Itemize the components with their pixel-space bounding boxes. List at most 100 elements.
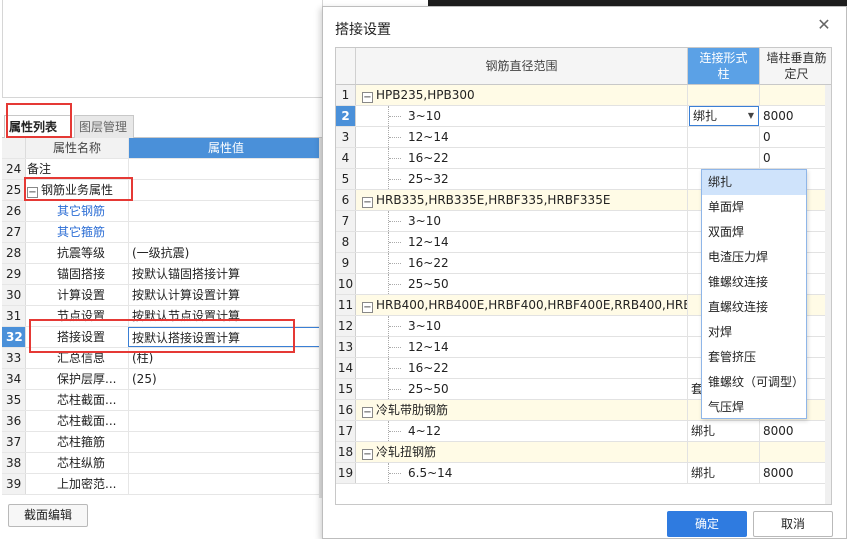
connection-type-combo[interactable]: 绑扎 ▼ <box>689 106 759 126</box>
property-value[interactable] <box>128 222 323 242</box>
row-number: 25 <box>2 180 26 200</box>
collapse-icon[interactable]: − <box>362 449 373 460</box>
property-value[interactable]: 按默认搭接设置计算 <box>128 327 323 347</box>
collapse-icon[interactable]: − <box>362 302 373 313</box>
connection-cell <box>688 442 760 462</box>
connection-cell[interactable]: 绑扎 <box>688 463 760 483</box>
row-number: 12 <box>336 316 356 336</box>
length-cell[interactable]: 0 <box>760 127 831 147</box>
connection-cell[interactable]: 绑扎 <box>688 421 760 441</box>
property-group-label: 钢筋业务属性 <box>41 183 114 197</box>
property-value[interactable] <box>128 390 323 410</box>
property-row[interactable]: 34 保护层厚... (25) <box>2 369 323 390</box>
property-row[interactable]: 24 备注 <box>2 159 323 180</box>
property-row[interactable]: 33 汇总信息 (柱) <box>2 348 323 369</box>
length-cell[interactable]: 8000 <box>760 463 831 483</box>
tab-property-list[interactable]: 属性列表 <box>4 115 72 138</box>
column-header-connection-type: 连接形式柱 <box>688 48 760 85</box>
property-group-name[interactable]: − 钢筋业务属性 <box>27 180 127 200</box>
collapse-icon[interactable]: − <box>27 187 38 198</box>
section-edit-button[interactable]: 截面编辑 <box>8 504 88 527</box>
property-value[interactable]: 按默认计算设置计算 <box>128 285 323 305</box>
length-cell[interactable]: 0 <box>760 148 831 168</box>
row-number: 32 <box>2 327 26 347</box>
property-value[interactable] <box>128 201 323 221</box>
connection-cell[interactable] <box>688 127 760 147</box>
property-row[interactable]: 37 芯柱箍筋 <box>2 432 323 453</box>
dropdown-option[interactable]: 绑扎 <box>702 170 806 195</box>
property-row[interactable]: 25 − 钢筋业务属性 <box>2 180 323 201</box>
splice-settings-dialog: 搭接设置 ✕ 钢筋直径范围 连接形式柱 墙柱垂直筋 定尺 1 − HPB235,HP… <box>322 6 847 539</box>
property-name: 保护层厚... <box>57 372 117 386</box>
property-value[interactable] <box>128 159 323 179</box>
property-value[interactable] <box>128 432 323 452</box>
dropdown-option[interactable]: 直螺纹连接 <box>702 295 806 320</box>
length-cell <box>760 442 831 462</box>
row-number-header <box>336 48 356 85</box>
property-value[interactable]: (一级抗震) <box>128 243 323 263</box>
property-name: 其它箍筋 <box>27 222 127 242</box>
length-cell[interactable]: 8000 <box>760 421 831 441</box>
property-value[interactable] <box>128 474 323 494</box>
length-cell[interactable]: 8000 <box>760 106 831 126</box>
property-value[interactable]: 按默认节点设置计算 <box>128 306 323 326</box>
property-value[interactable] <box>128 411 323 431</box>
property-row[interactable]: 28 抗震等级 (一级抗震) <box>2 243 323 264</box>
property-value[interactable]: 按默认锚固搭接计算 <box>128 264 323 284</box>
property-grid: 属性名称 属性值 24 备注 25 − 钢筋业务属性 26 其它钢筋 27 其它箍… <box>2 138 323 495</box>
row-number: 28 <box>2 243 26 263</box>
cancel-button[interactable]: 取消 <box>753 511 833 537</box>
dropdown-option[interactable]: 气压焊 <box>702 395 806 420</box>
property-name: 芯柱箍筋 <box>57 435 106 449</box>
property-value[interactable]: (柱) <box>128 348 323 368</box>
dropdown-arrow-icon[interactable]: ▼ <box>748 107 754 125</box>
column-header-wall-line1: 墙柱垂直筋 <box>766 51 827 65</box>
splice-grid-scrollbar[interactable] <box>825 85 831 504</box>
row-number: 27 <box>2 222 26 242</box>
property-row[interactable]: 35 芯柱截面... <box>2 390 323 411</box>
property-row[interactable]: 38 芯柱纵筋 <box>2 453 323 474</box>
property-row[interactable]: 27 其它箍筋 <box>2 222 323 243</box>
grade-group-row[interactable]: 18 − 冷轧扭钢筋 <box>336 442 831 463</box>
close-icon[interactable]: ✕ <box>816 17 832 33</box>
dropdown-option[interactable]: 对焊 <box>702 320 806 345</box>
property-name: 其它钢筋 <box>27 201 127 221</box>
diameter-row[interactable]: 19 6.5~14 绑扎 8000 <box>336 463 831 484</box>
grade-group-row[interactable]: 1 − HPB235,HPB300 <box>336 85 831 106</box>
dropdown-option[interactable]: 锥螺纹连接 <box>702 270 806 295</box>
connection-cell[interactable] <box>688 148 760 168</box>
tab-layer-management[interactable]: 图层管理 <box>74 115 134 138</box>
property-row[interactable]: 29 锚固搭接 按默认锚固搭接计算 <box>2 264 323 285</box>
property-row-selected[interactable]: 32 搭接设置 按默认搭接设置计算 <box>2 327 323 348</box>
row-number: 13 <box>336 337 356 357</box>
collapse-icon[interactable]: − <box>362 407 373 418</box>
dropdown-option[interactable]: 套管挤压 <box>702 345 806 370</box>
collapse-icon[interactable]: − <box>362 92 373 103</box>
diameter-row[interactable]: 3 12~14 0 <box>336 127 831 148</box>
row-number: 30 <box>2 285 26 305</box>
dropdown-option[interactable]: 锥螺纹（可调型） <box>702 370 806 395</box>
diameter-row[interactable]: 17 4~12 绑扎 8000 <box>336 421 831 442</box>
property-value[interactable]: (25) <box>128 369 323 389</box>
property-row[interactable]: 31 节点设置 按默认节点设置计算 <box>2 306 323 327</box>
collapse-icon[interactable]: − <box>362 197 373 208</box>
diameter-row[interactable]: 4 16~22 0 <box>336 148 831 169</box>
property-value[interactable] <box>128 453 323 473</box>
property-panel: 属性列表 图层管理 属性名称 属性值 24 备注 25 − 钢筋业务属性 26 其… <box>0 0 323 539</box>
diameter-range-cell: 25~32 <box>356 169 688 189</box>
row-number: 14 <box>336 358 356 378</box>
dropdown-option[interactable]: 双面焊 <box>702 220 806 245</box>
property-row[interactable]: 39 上加密范... <box>2 474 323 495</box>
property-row[interactable]: 36 芯柱截面... <box>2 411 323 432</box>
property-row[interactable]: 26 其它钢筋 <box>2 201 323 222</box>
ok-button[interactable]: 确定 <box>667 511 747 537</box>
row-number: 33 <box>2 348 26 368</box>
row-number-header <box>2 138 26 158</box>
property-row[interactable]: 30 计算设置 按默认计算设置计算 <box>2 285 323 306</box>
row-number: 24 <box>2 159 26 179</box>
dropdown-option[interactable]: 电渣压力焊 <box>702 245 806 270</box>
connection-type-dropdown[interactable]: 绑扎 单面焊 双面焊 电渣压力焊 锥螺纹连接 直螺纹连接 对焊 套管挤压 锥螺纹… <box>701 169 807 419</box>
property-name: 节点设置 <box>57 309 106 323</box>
dropdown-option[interactable]: 单面焊 <box>702 195 806 220</box>
diameter-row-selected[interactable]: 2 3~10 绑扎 ▼ 8000 <box>336 106 831 127</box>
